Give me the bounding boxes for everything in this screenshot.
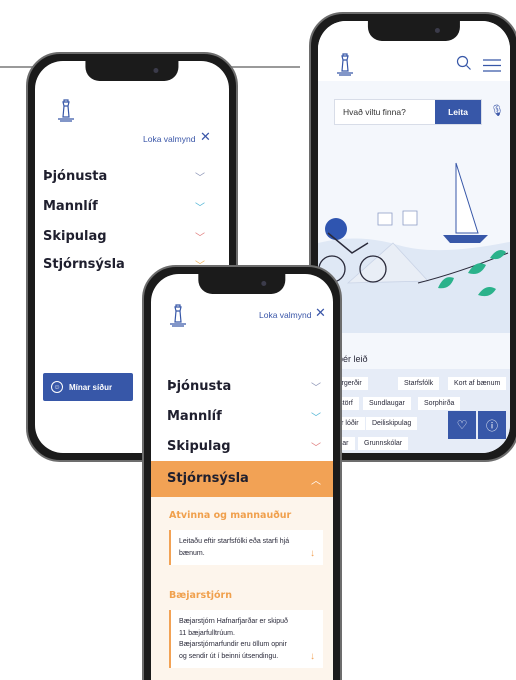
- search-placeholder: Hvað viltu finna?: [343, 107, 406, 117]
- menu-item-thjonusta[interactable]: Þjónusta: [43, 169, 107, 184]
- lighthouse-logo-icon[interactable]: [334, 51, 356, 77]
- lighthouse-logo-icon[interactable]: [55, 97, 77, 123]
- card-text-line: og sendir út í beinni útsendingu.: [179, 652, 279, 660]
- menu-item-stjornsysla[interactable]: Stjórnsýsla: [43, 257, 125, 272]
- menu-item-mannlif[interactable]: Mannlíf: [43, 199, 98, 214]
- quick-link-chip[interactable]: Sorphirða: [418, 397, 461, 410]
- section-title-atvinna[interactable]: Atvinna og mannauður: [169, 510, 291, 521]
- chevron-down-icon[interactable]: ﹀: [195, 169, 205, 184]
- section-card-atvinna[interactable]: Leitaðu eftir starfsfólki eða starfi hjá…: [169, 530, 323, 565]
- hero-illustration: [318, 133, 510, 337]
- user-icon: ☺: [51, 381, 63, 393]
- quick-link-chip[interactable]: Grunnskólar: [358, 437, 409, 450]
- search-button[interactable]: Leita: [435, 100, 481, 124]
- close-icon[interactable]: ✕: [315, 306, 326, 321]
- favorites-heart-button[interactable]: ♡: [448, 411, 476, 439]
- card-text-line: Bæjarstjórnarfundir eru öllum opnir: [179, 641, 287, 648]
- my-pages-button[interactable]: ☺ Mínar síður: [43, 373, 133, 401]
- close-menu-label[interactable]: Loka valmynd: [143, 134, 195, 144]
- section-title-baejarstjorn[interactable]: Bæjarstjórn: [169, 590, 232, 601]
- quick-link-chip[interactable]: Sundlaugar: [363, 397, 411, 410]
- chevron-up-icon[interactable]: ︿: [311, 472, 321, 487]
- chevron-down-icon[interactable]: ﹀: [311, 379, 321, 394]
- quick-link-chip[interactable]: Kort af bænum: [448, 377, 507, 390]
- chevron-down-icon[interactable]: ﹀: [195, 199, 205, 214]
- phone-notch: [367, 21, 461, 41]
- quick-link-chip[interactable]: Starfsfólk: [398, 377, 440, 390]
- home-screen: Hvað viltu finna? Leita 🎙︎ ...ttu þér le…: [318, 21, 510, 453]
- chevron-down-icon[interactable]: ﹀: [311, 409, 321, 424]
- close-icon[interactable]: ✕: [200, 130, 211, 145]
- card-text-line: Leitaðu eftir starfsfólki eða starfi hjá: [179, 538, 290, 545]
- hamburger-menu-icon[interactable]: [483, 57, 501, 76]
- phone-notch: [85, 61, 179, 81]
- arrow-down-icon: ↓: [310, 547, 315, 559]
- quick-link-chip[interactable]: Deiliskipulag: [366, 417, 418, 430]
- microphone-icon[interactable]: 🎙︎: [490, 104, 504, 117]
- my-pages-label: Mínar síður: [69, 382, 113, 392]
- info-button[interactable]: ⓘ: [478, 411, 506, 439]
- phone-notch: [198, 274, 286, 294]
- active-menu-label: Stjórnsýsla: [167, 471, 249, 486]
- chevron-down-icon[interactable]: ﹀: [195, 229, 205, 244]
- menu-item-skipulag[interactable]: Skipulag: [167, 439, 231, 454]
- card-text-line: bænum.: [179, 549, 205, 557]
- phone-menu-expanded: Loka valmynd ✕ Þjónusta ﹀ Mannlíf ﹀ Skip…: [142, 265, 342, 680]
- card-text-line: Bæjarstjórn Hafnarfjarðar er skipuð: [179, 618, 288, 625]
- chevron-down-icon[interactable]: ﹀: [311, 439, 321, 454]
- menu-item-skipulag[interactable]: Skipulag: [43, 229, 107, 244]
- card-text-line: 11 bæjarfulltrúum.: [179, 629, 235, 637]
- menu-item-mannlif[interactable]: Mannlíf: [167, 409, 222, 424]
- arrow-down-icon: ↓: [310, 650, 315, 662]
- menu-item-thjonusta[interactable]: Þjónusta: [167, 379, 231, 394]
- close-menu-label[interactable]: Loka valmynd: [259, 310, 311, 320]
- section-card-baejarstjorn[interactable]: Bæjarstjórn Hafnarfjarðar er skipuð 11 b…: [169, 610, 323, 668]
- expanded-menu-screen: Loka valmynd ✕ Þjónusta ﹀ Mannlíf ﹀ Skip…: [151, 274, 333, 680]
- lighthouse-logo-icon[interactable]: [167, 302, 189, 328]
- search-icon[interactable]: [456, 55, 472, 75]
